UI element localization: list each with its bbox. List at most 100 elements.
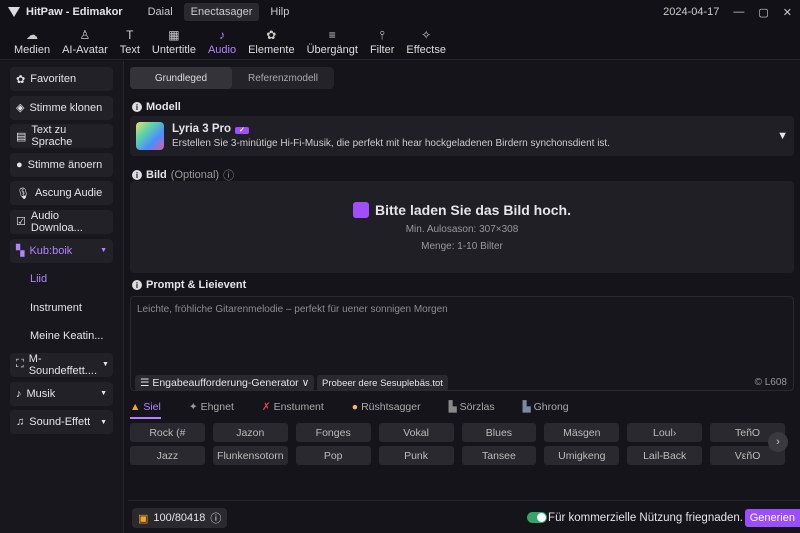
genre-chip[interactable]: Fonges	[295, 423, 371, 442]
model-badge: ✓	[235, 127, 249, 134]
image-upload-area[interactable]: Bitte laden Sie das Bild hoch. Min. Aulo…	[130, 181, 794, 273]
genre-chip[interactable]: Lail-Back	[627, 446, 703, 465]
model-select[interactable]: Lyria 3 Pro ✓ Erstellen Sie 3-minütige Hi…	[130, 116, 794, 156]
sidebar-item-icon: ♪	[16, 387, 22, 400]
toolbar-untertitle[interactable]: ▦ Untertitle	[146, 28, 202, 59]
genre-tabs: ▲ Siel ✦ Ehgnet ✗ Enstument ● Rüshtsagger ▙ …	[130, 401, 569, 419]
genre-chip[interactable]: Vokal	[378, 423, 454, 442]
genre-tab[interactable]: ✗ Enstument	[262, 401, 324, 419]
toolbar-übergängt[interactable]: ≡ Übergängt	[301, 28, 364, 59]
genre-tab-icon: ●	[351, 401, 359, 413]
genre-chip[interactable]: Umigkeng	[544, 446, 620, 465]
toolbar-label: Audio	[207, 44, 237, 56]
avatar-icon: ♙	[79, 28, 91, 42]
elements-icon: ✿	[266, 28, 277, 42]
info-icon[interactable]: ⓘ	[210, 510, 221, 526]
toolbar-label: Medien	[14, 44, 51, 56]
effects-icon: ✧	[421, 28, 432, 42]
genre-chip[interactable]: Tansee	[461, 446, 537, 465]
tab-reference[interactable]: Referenzmodell	[232, 67, 334, 89]
sidebar-item[interactable]: ⛶ M-Soundeffett.... ▼	[10, 352, 113, 377]
toolbar-medien[interactable]: ☁ Medien	[8, 28, 56, 59]
toolbar-text[interactable]: T Text	[114, 28, 146, 59]
sidebar-item[interactable]: ☑ Audio Downloa...	[10, 209, 113, 234]
genre-chip[interactable]: Mäsgen	[544, 423, 620, 442]
sidebar-item[interactable]: ● Stimme änoern	[10, 152, 113, 177]
prompt-input[interactable]: Leichte, fröhliche Gitarenmelodie – perf…	[130, 296, 794, 391]
genre-tab[interactable]: ● Rüshtsagger	[352, 401, 421, 419]
caret-down-icon: ▼	[100, 418, 107, 426]
sidebar-item-label: Instrument	[30, 301, 82, 314]
genre-chip[interactable]: Rock (#	[130, 423, 205, 442]
sidebar-item-label: Musik	[26, 387, 56, 400]
genre-tab-label: Ehgnet	[200, 401, 234, 413]
sidebar: ✿ Favoriten ◈ Stimme klonen ▤ Text zu Sprache…	[0, 61, 124, 533]
menu-item[interactable]: Enectasager	[183, 3, 260, 21]
genre-tab-label: Ghrong	[533, 401, 569, 413]
prompt-generator-button[interactable]: ☰ Engabeaufforderung-Generator ∨	[135, 375, 315, 391]
sidebar-item[interactable]: 🎙 Ascung Audie	[10, 181, 113, 206]
sidebar-item[interactable]: ▚ Kub:boik ▼	[10, 238, 113, 263]
sidebar-item[interactable]: Meine Keatin...	[10, 324, 113, 348]
info-icon: i	[132, 280, 142, 290]
toolbar-filter[interactable]: ⫯ Filter	[364, 28, 400, 59]
optional-label: (Optional)	[170, 169, 220, 181]
toolbar-elemente[interactable]: ✿ Elemente	[242, 28, 300, 59]
genre-tab-label: Rüshtsagger	[361, 401, 421, 413]
generate-button[interactable]: Generien	[744, 509, 800, 527]
model-label-text: Modell	[146, 101, 181, 113]
sidebar-item-label: Liid	[30, 273, 48, 286]
close-button[interactable]: ✕	[783, 6, 792, 19]
genre-tab-icon: ▙	[448, 401, 457, 413]
maximize-button[interactable]: ▢	[758, 6, 768, 19]
upload-title: Bitte laden Sie das Bild hoch.	[374, 202, 572, 218]
genre-chip[interactable]: Loul›	[627, 423, 703, 442]
genre-chip[interactable]: Pop	[295, 446, 371, 465]
genre-chip[interactable]: Punk	[378, 446, 454, 465]
date-label: 2024-04-17	[663, 5, 720, 18]
sidebar-item[interactable]: ♪ Musik ▼	[10, 381, 113, 406]
toolbar-effectse[interactable]: ✧ Effectse	[400, 28, 452, 59]
sidebar-item[interactable]: ✿ Favoriten	[10, 67, 113, 91]
genre-tab[interactable]: ✦ Ehgnet	[189, 401, 234, 419]
sidebar-item-icon: 🎙	[16, 187, 30, 200]
genre-chip[interactable]: Flunkensotorn	[212, 446, 288, 465]
char-count: © L608	[754, 377, 787, 388]
caret-down-icon: ▼	[102, 361, 109, 369]
sidebar-item-label: Meine Keatin...	[30, 330, 104, 343]
coin-icon: ▣	[138, 512, 149, 525]
toolbar-ai-avatar[interactable]: ♙ AI-Avatar	[56, 28, 114, 59]
genre-tab[interactable]: ▙ Sörzlas	[449, 401, 495, 419]
chevron-right-icon[interactable]: ›	[768, 432, 788, 452]
sidebar-item-icon: ●	[16, 158, 23, 171]
genre-tab[interactable]: ▙ Ghrong	[523, 401, 569, 419]
menu-item[interactable]: Daial	[141, 3, 180, 21]
app-title: HitPaw - Edimakor	[26, 6, 123, 18]
footer: ▣ 100/80418 ⓘ Für kommerzielle Nützung fri…	[128, 500, 800, 533]
chevron-down-icon[interactable]: ▼	[777, 130, 788, 142]
genre-chip[interactable]: Blues	[461, 423, 537, 442]
menu-item[interactable]: Hilp	[263, 3, 296, 21]
genre-tab[interactable]: ▲ Siel	[130, 401, 161, 419]
tab-basic[interactable]: Grundleged	[130, 67, 232, 89]
gemini-logo-icon	[136, 122, 164, 150]
info-icon: i	[132, 170, 142, 180]
toolbar-audio[interactable]: ♪ Audio	[202, 28, 242, 59]
genre-chip[interactable]: Jazz	[130, 446, 205, 465]
toolbar-label: Elemente	[248, 44, 295, 56]
app-logo-icon	[8, 7, 20, 17]
sidebar-item[interactable]: Instrument	[10, 296, 113, 320]
minimize-button[interactable]: —	[733, 6, 744, 19]
genre-chip[interactable]: Jazon	[212, 423, 288, 442]
sidebar-item[interactable]: ◈ Stimme klonen	[10, 95, 113, 120]
sidebar-item-icon: ☑	[16, 216, 26, 229]
sidebar-item[interactable]: Liid	[10, 267, 113, 291]
prompt-label-text: Prompt & Lieievent	[146, 279, 247, 291]
sample-prompt-button[interactable]: Probeer dere Sesuplebäs.tot	[317, 375, 448, 391]
commercial-toggle[interactable]	[527, 512, 547, 523]
upload-icon	[352, 202, 369, 218]
sidebar-item[interactable]: ▤ Text zu Sprache	[10, 124, 113, 149]
sidebar-item[interactable]: ♫ Sound-Effett ▼	[10, 410, 113, 435]
genre-tab-label: Siel	[143, 401, 161, 413]
genre-tab-label: Sörzlas	[459, 401, 495, 413]
